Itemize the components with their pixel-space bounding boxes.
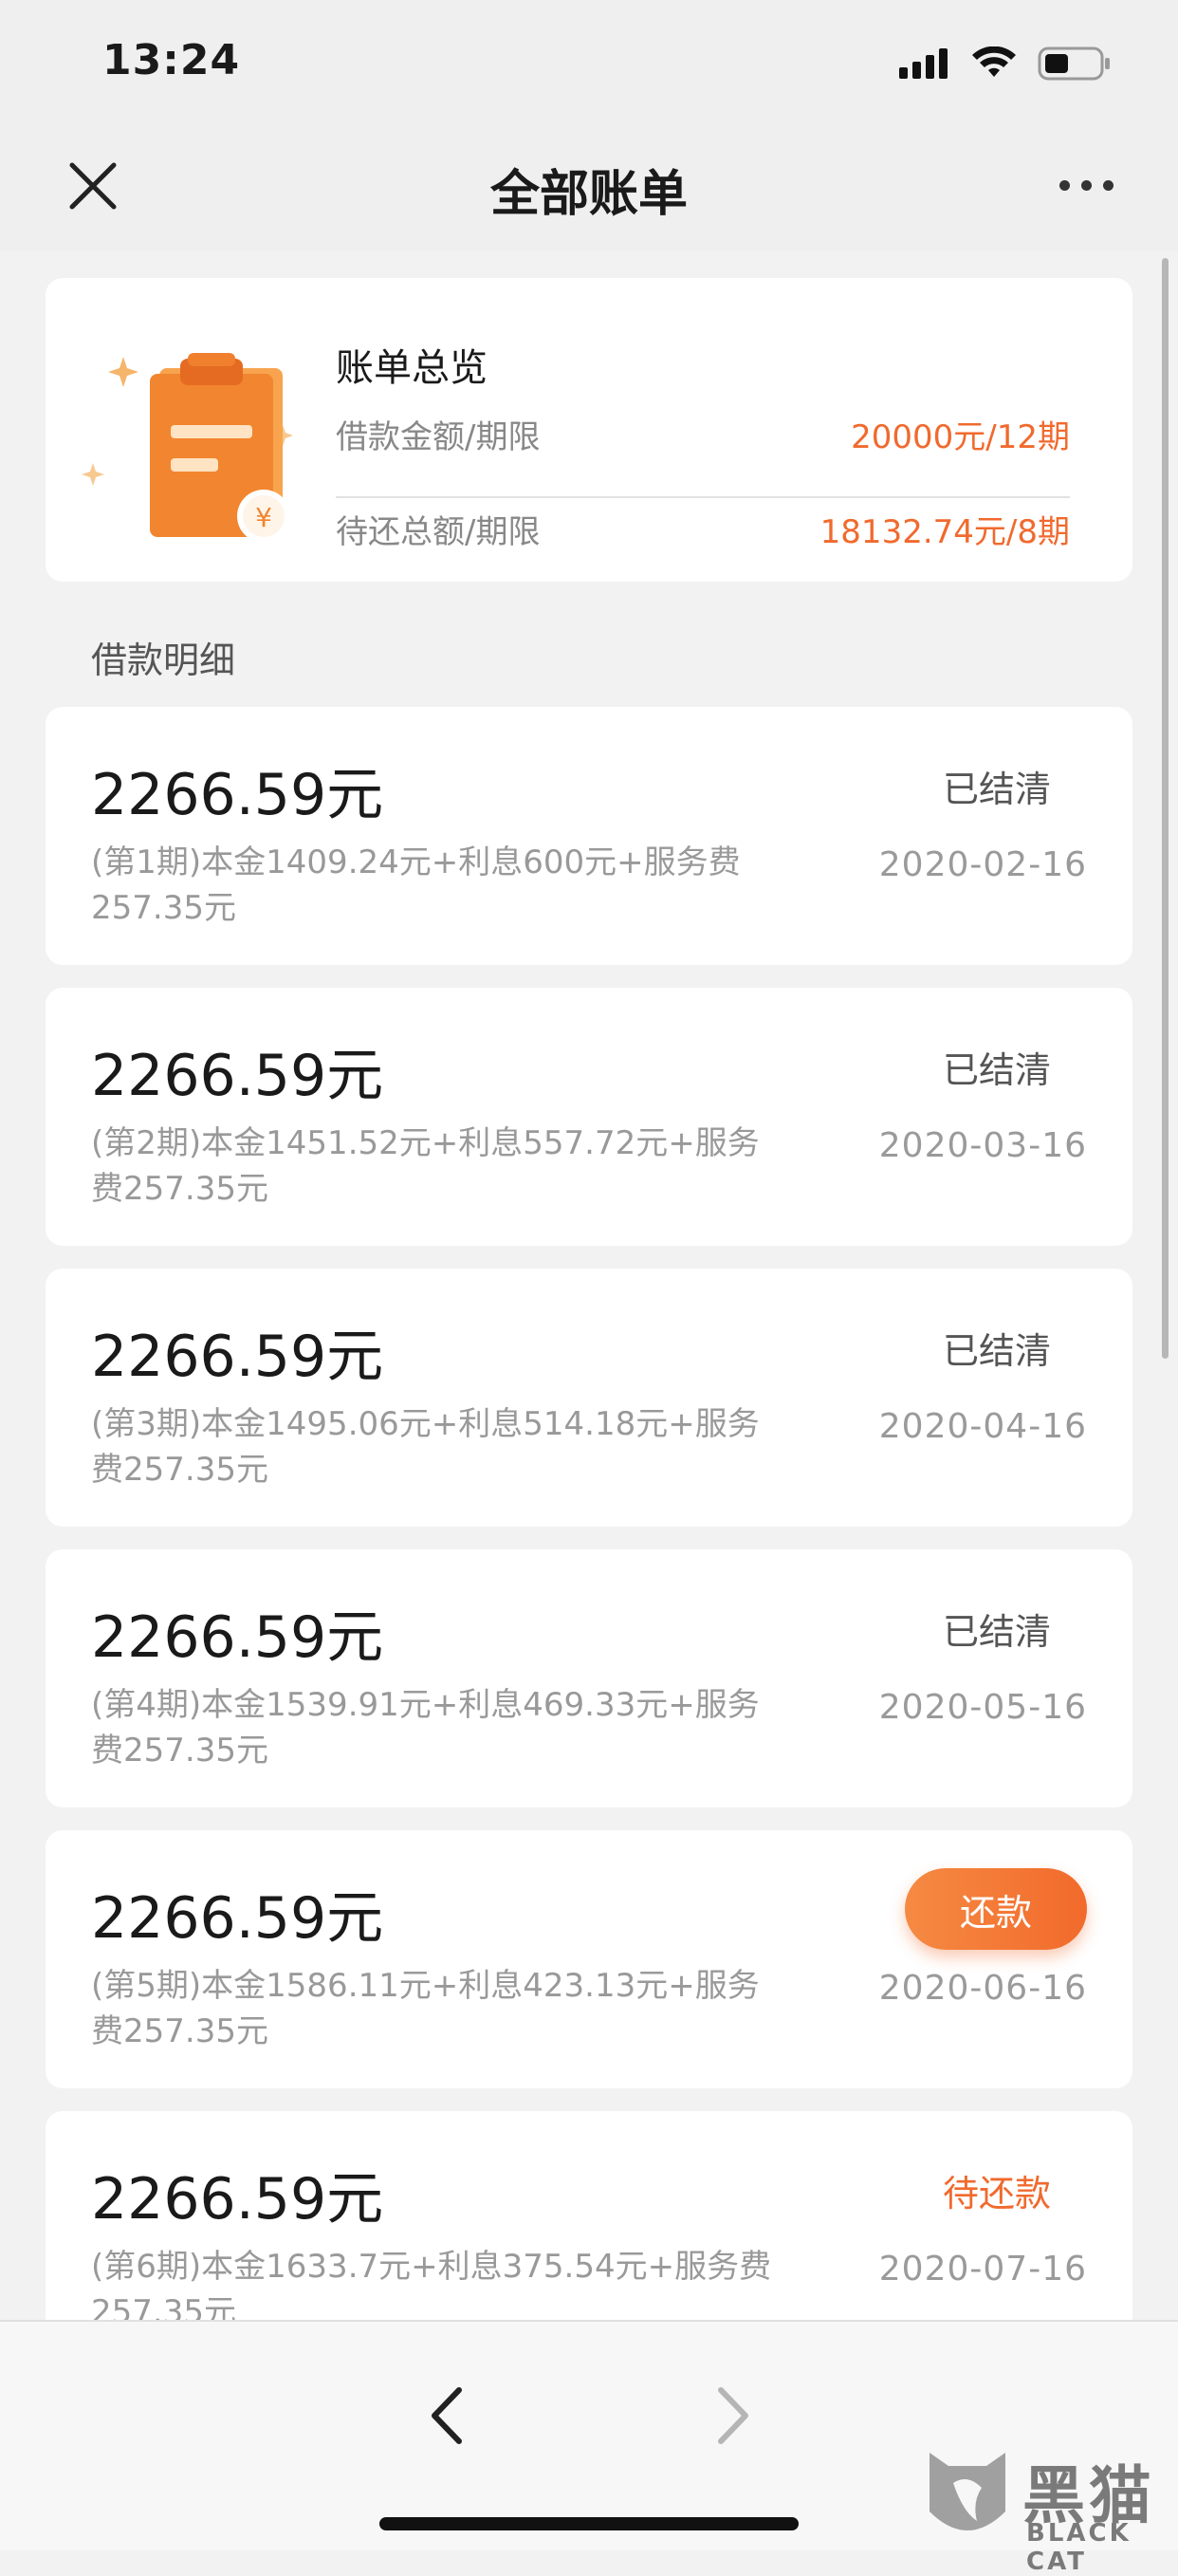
bill-status: 已结清	[942, 1049, 1051, 1091]
due-amount-row: 待还总额/期限 18132.74元/8期	[336, 506, 1070, 563]
bill-date: 2020-06-16	[878, 1969, 1087, 2008]
page-title: 全部账单	[489, 166, 688, 223]
home-indicator[interactable]	[379, 2517, 799, 2530]
forward-arrow-icon[interactable]	[709, 2382, 757, 2449]
nav-bar: 全部账单	[0, 123, 1178, 251]
bill-detail: (第5期)本金1586.11元+利息423.13元+服务费257.35元	[91, 1967, 760, 2050]
bill-date: 2020-07-16	[878, 2250, 1087, 2289]
bill-status: 待还款	[942, 2173, 1051, 2215]
svg-text:¥: ¥	[255, 502, 272, 533]
watermark-subtext: BLACK CAT	[1026, 2519, 1132, 2576]
bill-detail: (第2期)本金1451.52元+利息557.72元+服务费257.35元	[91, 1124, 760, 1208]
repay-button[interactable]: 还款	[905, 1868, 1087, 1950]
status-time: 13:24	[102, 36, 241, 84]
bill-detail: (第4期)本金1539.91元+利息469.33元+服务费257.35元	[91, 1686, 760, 1770]
status-bar: 13:24	[0, 0, 1178, 123]
bill-date: 2020-05-16	[878, 1688, 1087, 1727]
black-cat-logo-icon	[930, 2453, 1005, 2530]
status-icons	[899, 40, 1112, 87]
bill-clipboard-icon: ¥	[82, 353, 293, 543]
bill-list-scroll[interactable]: ¥ 账单总览 借款金额/期限 20000元/12期 待还总额/期限 18132.…	[0, 251, 1178, 2320]
cellular-signal-icon	[899, 48, 948, 79]
due-amount-value: 18132.74元/8期	[819, 513, 1070, 551]
battery-icon	[1038, 46, 1110, 81]
scrollbar[interactable]	[1162, 258, 1169, 1359]
bill-amount: 2266.59元	[91, 762, 384, 828]
bill-detail: (第3期)本金1495.06元+利息514.18元+服务费257.35元	[91, 1405, 760, 1489]
bottom-toolbar: 黑猫 BLACK CAT	[0, 2320, 1178, 2576]
bill-amount: 2266.59元	[91, 1885, 384, 1952]
black-cat-watermark: 黑猫 BLACK CAT	[920, 2445, 1174, 2576]
bill-detail: (第1期)本金1409.24元+利息600元+服务费257.35元	[91, 843, 741, 927]
bill-amount: 2266.59元	[91, 2166, 384, 2233]
bill-status: 已结清	[942, 1611, 1051, 1653]
overview-title: 账单总览	[336, 346, 488, 390]
bill-detail: (第6期)本金1633.7元+利息375.54元+服务费257.35元	[91, 2248, 772, 2320]
more-icon[interactable]	[1059, 180, 1114, 191]
loan-amount-value: 20000元/12期	[851, 418, 1070, 456]
bill-amount: 2266.59元	[91, 1043, 384, 1109]
bill-status: 已结清	[942, 769, 1051, 810]
bill-date: 2020-04-16	[878, 1407, 1087, 1446]
bill-item[interactable]: 2266.59元 (第6期)本金1633.7元+利息375.54元+服务费257…	[46, 2111, 1132, 2320]
bill-item[interactable]: 2266.59元 (第2期)本金1451.52元+利息557.72元+服务费25…	[46, 988, 1132, 1246]
bill-date: 2020-03-16	[878, 1126, 1087, 1165]
bill-amount: 2266.59元	[91, 1324, 384, 1390]
wifi-icon	[972, 46, 1016, 77]
loan-amount-row: 借款金额/期限 20000元/12期	[336, 411, 1070, 468]
bill-amount: 2266.59元	[91, 1604, 384, 1671]
bill-item[interactable]: 2266.59元 (第1期)本金1409.24元+利息600元+服务费257.3…	[46, 707, 1132, 965]
overview-divider	[336, 496, 1070, 498]
back-arrow-icon[interactable]	[423, 2382, 470, 2449]
bill-date: 2020-02-16	[878, 845, 1087, 884]
bill-item[interactable]: 2266.59元 (第3期)本金1495.06元+利息514.18元+服务费25…	[46, 1269, 1132, 1527]
section-label-loan-details: 借款明细	[91, 639, 236, 681]
bill-status: 已结清	[942, 1330, 1051, 1372]
bill-item[interactable]: 2266.59元 (第5期)本金1586.11元+利息423.13元+服务费25…	[46, 1830, 1132, 2088]
loan-amount-label: 借款金额/期限	[336, 418, 541, 456]
bill-item[interactable]: 2266.59元 (第4期)本金1539.91元+利息469.33元+服务费25…	[46, 1549, 1132, 1807]
overview-card: ¥ 账单总览 借款金额/期限 20000元/12期 待还总额/期限 18132.…	[46, 278, 1132, 582]
due-amount-label: 待还总额/期限	[336, 513, 541, 551]
